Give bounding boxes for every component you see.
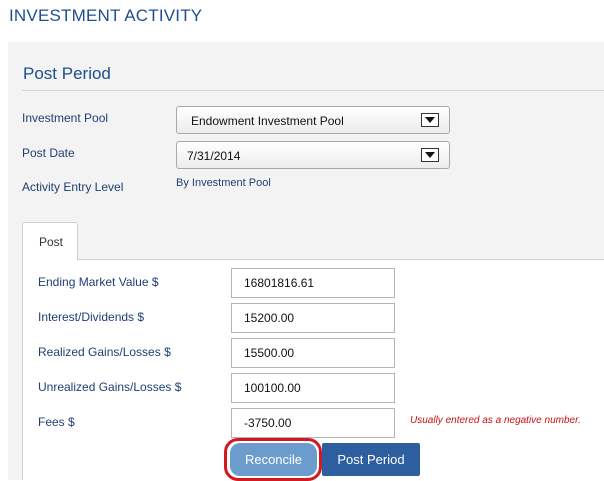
post-date-select[interactable]: 7/31/2014 — [176, 141, 450, 169]
interest-dividends-input[interactable] — [231, 303, 395, 333]
investment-pool-label: Investment Pool — [22, 111, 109, 125]
page-title: INVESTMENT ACTIVITY — [9, 6, 203, 25]
ending-market-value-label: Ending Market Value $ — [38, 275, 159, 289]
section-title: Post Period — [23, 64, 111, 83]
interest-dividends-label: Interest/Dividends $ — [38, 310, 145, 324]
chevron-down-icon[interactable] — [421, 113, 439, 127]
realized-gains-losses-input[interactable] — [231, 338, 395, 368]
section-divider — [22, 90, 604, 91]
activity-entry-level-label: Activity Entry Level — [22, 180, 124, 194]
realized-gains-losses-label: Realized Gains/Losses $ — [38, 345, 171, 359]
unrealized-gains-losses-label: Unrealized Gains/Losses $ — [38, 380, 182, 394]
investment-pool-select[interactable]: Endowment Investment Pool — [176, 106, 450, 134]
ending-market-value-input[interactable] — [231, 268, 395, 298]
fees-input[interactable] — [231, 408, 395, 438]
post-date-label: Post Date — [22, 146, 75, 160]
post-date-value: 7/31/2014 — [187, 149, 241, 163]
reconcile-button[interactable]: Reconcile — [230, 443, 317, 476]
activity-entry-level-value: By Investment Pool — [176, 177, 271, 189]
post-period-button[interactable]: Post Period — [322, 443, 420, 476]
fees-label: Fees $ — [38, 415, 75, 429]
tab-post-label: Post — [39, 235, 64, 249]
fees-hint: Usually entered as a negative number. — [410, 415, 581, 426]
unrealized-gains-losses-input[interactable] — [231, 373, 395, 403]
tab-post[interactable]: Post — [22, 222, 78, 260]
chevron-down-icon[interactable] — [421, 148, 439, 162]
investment-pool-value: Endowment Investment Pool — [191, 114, 344, 128]
